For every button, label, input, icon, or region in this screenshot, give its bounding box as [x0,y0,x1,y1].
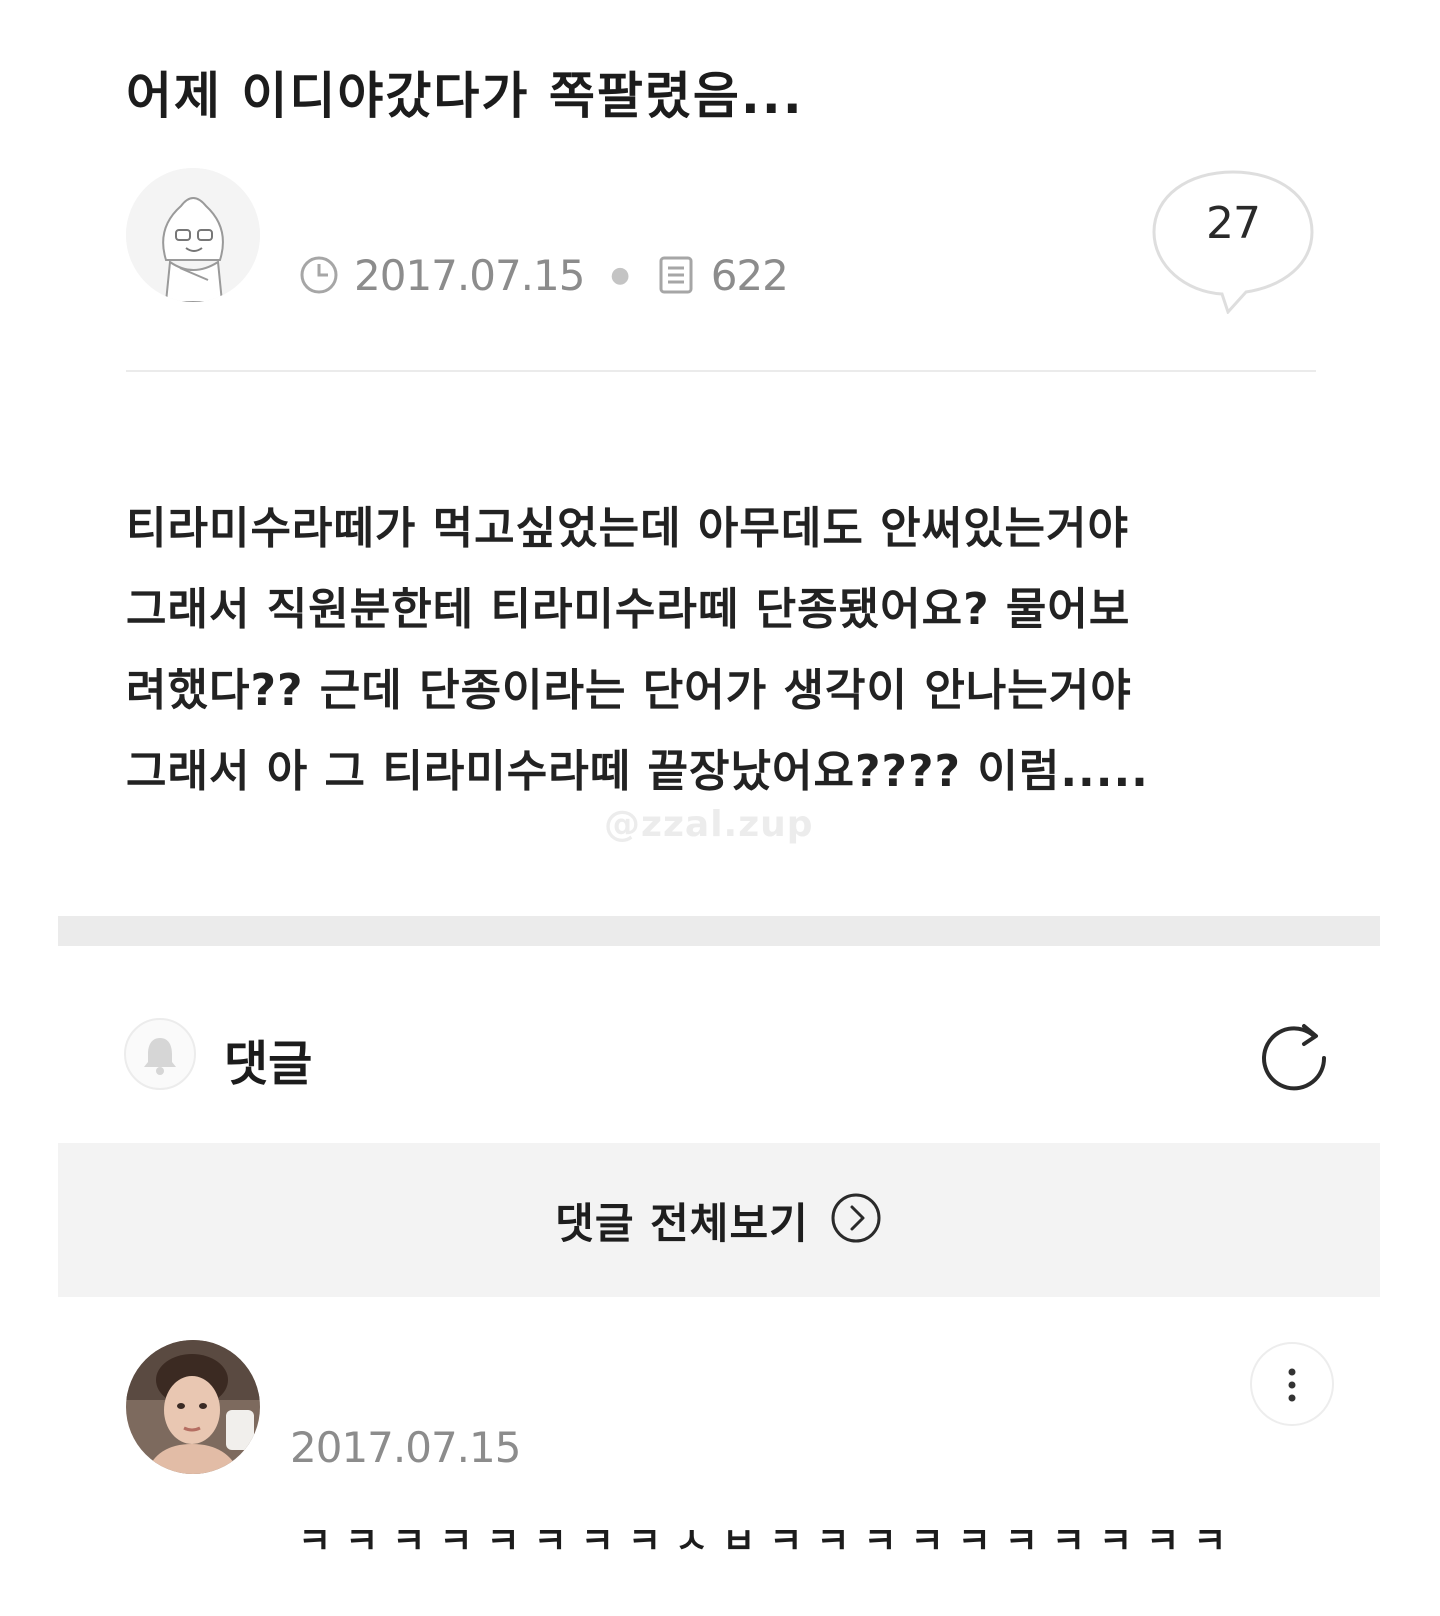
post-date: 2017.07.15 [354,250,585,300]
section-divider [58,916,1380,946]
body-line: 티라미수라떼가 먹고싶었는데 아무데도 안써있는거야 [126,503,1129,554]
comments-header: 댓글 [124,1014,1334,1094]
document-icon [655,254,697,296]
comment-count-button[interactable]: 27 [1150,168,1316,314]
body-line: 려했다?? 근데 단종이라는 단어가 생각이 안나는거야 [126,665,1132,716]
comment-count: 27 [1206,198,1261,249]
comment-text: ㅋㅋㅋㅋㅋㅋㅋㅋㅅㅂㅋㅋㅋㅋㅋㅋㅋㅋㅋㅋ [298,1521,1241,1562]
comments-label: 댓글 [224,1036,313,1092]
watermark: @zzal.zup [604,804,814,845]
bell-icon[interactable] [124,1018,196,1090]
view-all-comments-button[interactable]: 댓글 전체보기 [58,1143,1380,1297]
post-page: 어제 이디야갔다가 쪽팔렸음... 2017.07.15 ● 622 27 티라… [0,0,1440,1616]
clock-icon [298,254,340,296]
author-avatar[interactable] [126,168,260,302]
body-line: 그래서 직원분한테 티라미수라떼 단종됐어요? 물어보 [126,584,1131,635]
meta-separator: ● [610,262,629,288]
more-options-button[interactable] [1250,1342,1334,1426]
more-vertical-icon [1288,1368,1296,1402]
post-meta: 2017.07.15 ● 622 [298,250,789,300]
chevron-right-circle-icon [829,1191,883,1249]
view-all-label: 댓글 전체보기 [555,1198,809,1248]
comment-date: 2017.07.15 [290,1423,521,1472]
header-divider [126,370,1316,372]
refresh-icon[interactable] [1254,1014,1334,1094]
post-views: 622 [710,250,789,300]
body-line: 그래서 아 그 티라미수라떼 끝장났어요???? 이럼..... [126,746,1149,797]
post-title: 어제 이디야갔다가 쪽팔렸음... [126,67,804,125]
post-body: 티라미수라떼가 먹고싶었는데 아무데도 안써있는거야 그래서 직원분한테 티라미… [126,488,1326,812]
commenter-avatar[interactable] [126,1340,260,1474]
